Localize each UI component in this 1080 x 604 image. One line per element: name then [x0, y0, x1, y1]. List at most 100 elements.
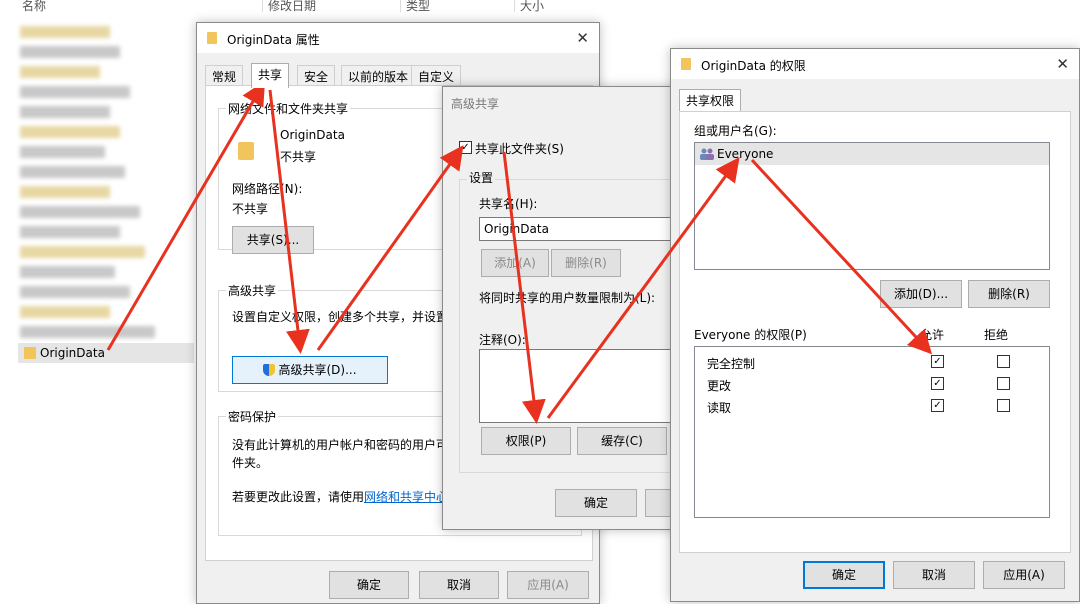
- folder-share-status: 不共享: [280, 150, 317, 164]
- permissions-title: OriginData 的权限: [701, 59, 806, 73]
- close-icon[interactable]: ✕: [576, 29, 589, 47]
- password-protection-label: 密码保护: [226, 408, 279, 425]
- permissions-list: 完全控制 ✓ 更改 ✓ 读取 ✓: [694, 346, 1050, 518]
- blurred-file-row: [20, 106, 110, 118]
- permissions-titlebar[interactable]: OriginData 的权限 ✕: [671, 49, 1079, 79]
- header-divider: [514, 0, 515, 12]
- folder-icon: [207, 32, 217, 44]
- folder-name: OriginData: [280, 128, 345, 142]
- blurred-file-row: [20, 126, 120, 138]
- settings-label: 设置: [467, 169, 496, 186]
- blurred-file-row: [20, 146, 105, 158]
- password-change-prefix: 若要更改此设置，请使用: [232, 490, 365, 504]
- perm-row-name: 更改: [707, 379, 732, 393]
- deny-checkbox[interactable]: [997, 377, 1010, 390]
- password-change-text: 若要更改此设置，请使用网络和共享中心。: [232, 488, 460, 505]
- blurred-file-row: [20, 86, 130, 98]
- share-folder-label: 共享此文件夹(S): [475, 142, 564, 156]
- blurred-file-row: [20, 286, 130, 298]
- properties-titlebar[interactable]: OriginData 属性 ✕: [197, 23, 599, 53]
- apply-button[interactable]: 应用(A): [983, 561, 1065, 589]
- blurred-file-row: [20, 26, 110, 38]
- remove-button[interactable]: 删除(R): [551, 249, 621, 277]
- tab-security[interactable]: 安全: [297, 65, 336, 87]
- allow-checkbox[interactable]: ✓: [931, 355, 944, 368]
- cache-button[interactable]: 缓存(C): [577, 427, 667, 455]
- password-desc-line1: 没有此计算机的用户帐户和密码的用户可以: [232, 438, 447, 452]
- blurred-file-row: [20, 186, 110, 198]
- ok-button[interactable]: 确定: [555, 489, 637, 517]
- advanced-sharing-desc: 设置自定义权限，创建多个共享，并设置其: [232, 310, 447, 324]
- advanced-sharing-title: 高级共享: [451, 97, 500, 111]
- allow-header: 允许: [920, 328, 945, 342]
- network-center-link[interactable]: 网络和共享中心: [364, 490, 448, 504]
- user-limit-label: 将同时共享的用户数量限制为(L):: [479, 291, 656, 305]
- tab-previous-versions[interactable]: 以前的版本: [341, 65, 416, 87]
- col-modified-header[interactable]: 修改日期: [268, 0, 316, 14]
- list-item-everyone[interactable]: Everyone: [695, 143, 1049, 165]
- add-button[interactable]: 添加(A): [481, 249, 549, 277]
- network-sharing-label: 网络文件和文件夹共享: [226, 100, 351, 117]
- tab-general[interactable]: 常规: [205, 65, 244, 87]
- file-name: OriginData: [40, 346, 105, 360]
- blurred-file-row: [20, 226, 120, 238]
- remove-button[interactable]: 删除(R): [968, 280, 1050, 308]
- col-type-header[interactable]: 类型: [406, 0, 430, 14]
- blurred-file-row: [20, 266, 115, 278]
- advanced-sharing-window: 高级共享 ✓ 共享此文件夹(S) 设置 共享名(H): OriginData 添…: [442, 86, 707, 530]
- deny-checkbox[interactable]: [997, 355, 1010, 368]
- tab-sharing[interactable]: 共享: [251, 63, 290, 88]
- blurred-file-row: [20, 66, 100, 78]
- network-path-value: 不共享: [232, 202, 269, 216]
- shield-icon: [263, 364, 276, 376]
- share-folder-checkbox[interactable]: ✓: [459, 141, 472, 154]
- ok-button[interactable]: 确定: [803, 561, 885, 589]
- folder-icon: [238, 142, 254, 160]
- share-name-input[interactable]: OriginData: [479, 217, 699, 241]
- folder-icon: [24, 347, 36, 359]
- properties-title: OriginData 属性: [227, 33, 320, 47]
- perm-row-name: 读取: [707, 401, 732, 415]
- share-permissions-panel: 组或用户名(G): Everyone 添加(D)... 删除(R) Everyo…: [679, 111, 1071, 553]
- blurred-file-row: [20, 246, 145, 258]
- advanced-sharing-label: 高级共享: [226, 282, 279, 299]
- password-desc-line2: 件夹。: [232, 456, 269, 470]
- advanced-sharing-titlebar[interactable]: 高级共享: [443, 87, 703, 117]
- explorer-header: 名称 修改日期 类型 大小: [0, 0, 600, 14]
- allow-checkbox[interactable]: ✓: [931, 399, 944, 412]
- header-divider: [400, 0, 401, 12]
- users-icon: [700, 148, 714, 160]
- allow-checkbox[interactable]: ✓: [931, 377, 944, 390]
- col-size-header[interactable]: 大小: [520, 0, 544, 14]
- network-path-label: 网络路径(N):: [232, 182, 303, 196]
- close-icon[interactable]: ✕: [1056, 55, 1069, 73]
- tab-share-permissions[interactable]: 共享权限: [679, 89, 742, 111]
- deny-header: 拒绝: [984, 328, 1009, 342]
- tab-customize[interactable]: 自定义: [411, 65, 462, 87]
- blurred-file-row: [20, 326, 155, 338]
- advanced-sharing-button[interactable]: 高级共享(D)...: [232, 356, 388, 384]
- header-divider: [262, 0, 263, 12]
- user-name: Everyone: [717, 147, 774, 161]
- explorer-selected-row[interactable]: OriginData: [18, 343, 194, 363]
- cancel-button[interactable]: 取消: [419, 571, 499, 599]
- blurred-file-row: [20, 306, 110, 318]
- blurred-file-row: [20, 206, 140, 218]
- add-button[interactable]: 添加(D)...: [880, 280, 962, 308]
- cancel-button[interactable]: 取消: [893, 561, 975, 589]
- ok-button[interactable]: 确定: [329, 571, 409, 599]
- apply-button[interactable]: 应用(A): [507, 571, 589, 599]
- permissions-window: OriginData 的权限 ✕ 共享权限 组或用户名(G): Everyone…: [670, 48, 1080, 602]
- col-name-header[interactable]: 名称: [22, 0, 46, 14]
- comment-label: 注释(O):: [479, 333, 526, 347]
- folder-icon: [681, 58, 691, 70]
- group-users-list[interactable]: Everyone: [694, 142, 1050, 270]
- permissions-button[interactable]: 权限(P): [481, 427, 571, 455]
- advanced-sharing-button-label: 高级共享(D)...: [278, 363, 357, 377]
- permissions-for-label: Everyone 的权限(P): [694, 328, 807, 342]
- share-button[interactable]: 共享(S)...: [232, 226, 314, 254]
- perm-row-name: 完全控制: [707, 357, 756, 371]
- blurred-file-row: [20, 46, 120, 58]
- deny-checkbox[interactable]: [997, 399, 1010, 412]
- share-name-label: 共享名(H):: [479, 197, 538, 211]
